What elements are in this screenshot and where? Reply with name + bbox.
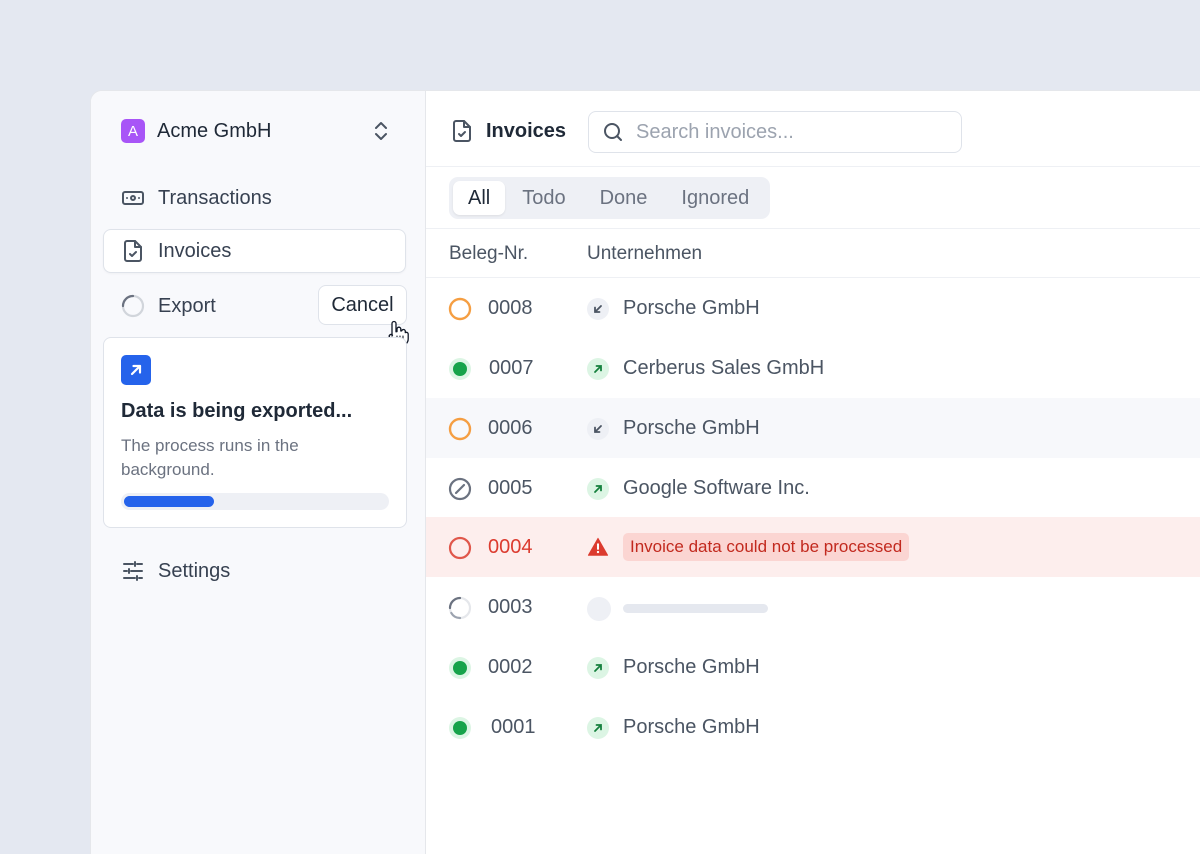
invoice-number: 0001 [491,716,536,738]
status-error-icon [448,536,472,560]
arrow-up-right-icon [587,717,609,739]
table-row[interactable]: 0003 [426,577,1200,637]
status-todo-icon [448,297,472,321]
org-avatar: A [121,119,145,143]
error-badge: Invoice data could not be processed [623,533,910,561]
invoice-number: 0008 [488,297,533,319]
toolbar: Invoices [426,91,1200,167]
column-header-unternehmen[interactable]: Unternehmen [587,243,702,265]
status-done-icon [449,717,471,739]
sidebar-item-export[interactable]: Export [103,284,313,328]
status-done-icon [449,358,471,380]
sidebar-item-label: Invoices [158,239,232,262]
table-row[interactable]: 0006 Porsche GmbH [426,398,1200,458]
sliders-icon [121,559,145,583]
export-progress-fill [121,493,218,510]
status-processing-icon [448,596,472,620]
search-icon [604,123,622,141]
invoice-number: 0007 [489,357,534,379]
company-name: Porsche GmbH [623,297,760,319]
sidebar-item-invoices[interactable]: Invoices [103,229,406,273]
table-row[interactable]: 0001 Porsche GmbH [426,697,1200,757]
invoice-number: 0005 [488,477,533,499]
invoice-number: 0003 [488,596,533,618]
table-row[interactable]: 0005 Google Software Inc. [426,458,1200,518]
search-input[interactable] [636,120,936,144]
status-ignored-icon [448,477,472,501]
company-name: Porsche GmbH [623,656,760,678]
tab-todo[interactable]: Todo [505,181,582,215]
table-header: Beleg-Nr. Unternehmen [426,228,1200,278]
export-progress-bar [121,493,389,510]
chevron-up-down-icon[interactable] [371,120,391,142]
invoice-number: 0006 [488,417,533,439]
arrow-up-right-icon [587,657,609,679]
company-name: Porsche GmbH [623,417,760,439]
table-row[interactable]: 0008 Porsche GmbH [426,278,1200,338]
org-name: Acme GmbH [157,119,272,142]
warning-triangle-icon [587,537,609,556]
arrow-up-right-icon [121,355,151,385]
tab-done[interactable]: Done [583,181,665,215]
filter-tabs: All Todo Done Ignored [449,177,771,219]
page-title-text: Invoices [486,119,567,142]
status-done-icon [449,657,471,679]
arrow-down-left-icon [587,418,609,440]
sidebar-item-label: Export [158,294,216,317]
sidebar-item-settings[interactable]: Settings [103,549,406,593]
table-row[interactable]: 0002 Porsche GmbH [426,637,1200,697]
export-card-description: The process runs in the background. [121,436,299,479]
main-content: Invoices All Todo Done Ignored Beleg-Nr.… [426,91,1200,854]
invoice-number: 0002 [488,656,533,678]
company-name: Cerberus Sales GmbH [623,357,825,379]
loading-spinner-icon [121,294,145,318]
app-window: A Acme GmbH Transactions Invoices Export… [90,90,1200,854]
column-header-beleg-nr[interactable]: Beleg-Nr. [449,243,528,265]
skeleton-placeholder [623,604,768,613]
search-box[interactable] [588,111,962,153]
arrow-down-left-icon [587,298,609,320]
skeleton-placeholder [587,597,611,621]
table-row[interactable]: 0004 Invoice data could not be processed [426,517,1200,577]
page-title: Invoices [450,119,566,143]
status-todo-icon [448,417,472,441]
arrow-up-right-icon [587,478,609,500]
company-name: Google Software Inc. [623,477,810,499]
sidebar-item-label: Transactions [158,186,272,209]
org-switcher[interactable]: A Acme GmbH [121,118,391,144]
export-card-title: Data is being exported... [121,400,353,422]
sidebar: A Acme GmbH Transactions Invoices Export… [91,91,426,854]
sidebar-item-transactions[interactable]: Transactions [103,176,406,220]
export-progress-card: Data is being exported... The process ru… [103,337,407,528]
tab-all[interactable]: All [453,181,506,215]
arrow-up-right-icon [587,358,609,380]
table-row[interactable]: 0007 Cerberus Sales GmbH [426,338,1200,398]
tab-ignored[interactable]: Ignored [664,181,766,215]
file-check-icon [121,239,145,263]
company-name: Porsche GmbH [623,716,760,738]
file-check-icon [453,120,471,142]
sidebar-item-label: Settings [158,559,231,582]
banknote-icon [121,186,145,210]
invoice-number: 0004 [488,536,533,558]
